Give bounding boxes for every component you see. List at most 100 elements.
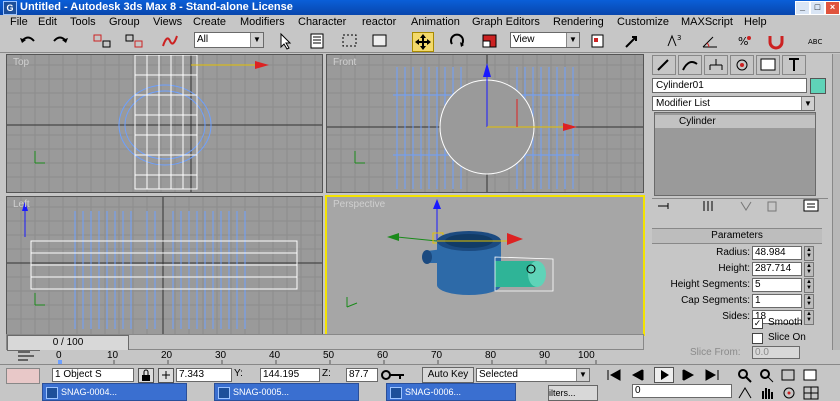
- modify-tab[interactable]: [678, 55, 702, 75]
- menu-animation[interactable]: Animation: [411, 16, 460, 28]
- menu-file[interactable]: File: [10, 16, 28, 28]
- x-coordinate-field[interactable]: 7.343: [176, 368, 232, 382]
- select-and-manipulate-button[interactable]: [622, 32, 642, 50]
- field-of-view-icon[interactable]: [736, 385, 754, 401]
- configure-modifier-sets-icon[interactable]: [802, 199, 820, 212]
- menu-group[interactable]: Group: [109, 16, 140, 28]
- close-button[interactable]: ×: [825, 1, 840, 15]
- taskbar-snag-0006[interactable]: SNAG-0006...: [386, 383, 516, 401]
- command-panel-scrollbar[interactable]: [832, 54, 840, 350]
- reference-coordinate-dropdown[interactable]: View ▼: [510, 32, 580, 48]
- time-slider-track[interactable]: 0 / 100: [6, 334, 644, 351]
- menu-modifiers[interactable]: Modifiers: [240, 16, 285, 28]
- percent-snap-button[interactable]: %: [734, 32, 754, 50]
- select-and-scale-button[interactable]: [480, 32, 500, 50]
- smooth-checkbox[interactable]: ✓: [752, 318, 763, 329]
- remove-modifier-icon[interactable]: [764, 200, 780, 212]
- minimize-button[interactable]: _: [795, 1, 810, 15]
- hierarchy-tab[interactable]: [704, 55, 728, 75]
- undo-button[interactable]: [18, 32, 38, 50]
- previous-frame-icon[interactable]: [628, 367, 648, 383]
- menu-graph-editors[interactable]: Graph Editors: [472, 16, 540, 28]
- spinner-snap-button[interactable]: [766, 32, 786, 50]
- param-height-segments-spinner[interactable]: ▲ ▼: [804, 278, 814, 293]
- maximize-button[interactable]: □: [810, 1, 825, 15]
- region-select-button[interactable]: [340, 32, 360, 50]
- unlink-button[interactable]: [124, 32, 144, 50]
- slice-on-checkbox[interactable]: [752, 333, 763, 344]
- auto-key-button[interactable]: Auto Key: [422, 367, 474, 383]
- param-radius-spinner[interactable]: ▲ ▼: [804, 246, 814, 261]
- viewport-top[interactable]: Top: [6, 54, 323, 193]
- menu-help[interactable]: Help: [744, 16, 767, 28]
- arc-rotate-icon[interactable]: [780, 385, 798, 401]
- angle-snap-button[interactable]: [700, 32, 720, 50]
- zoom-icon[interactable]: [736, 367, 754, 383]
- pin-stack-icon[interactable]: [656, 201, 672, 211]
- selection-lock-toggle[interactable]: [138, 368, 154, 383]
- selection-filter-dropdown[interactable]: All ▼: [194, 32, 264, 48]
- param-sides-spinner[interactable]: ▲ ▼: [804, 310, 814, 325]
- modifier-stack-item-cylinder[interactable]: Cylinder: [655, 115, 815, 128]
- parameters-rollout-header[interactable]: Parameters: [652, 228, 822, 244]
- viewport-perspective-label[interactable]: Perspective: [333, 199, 385, 210]
- viewport-front-label[interactable]: Front: [333, 57, 356, 68]
- menu-maxscript[interactable]: MAXScript: [681, 16, 733, 28]
- zoom-all-icon[interactable]: [758, 367, 776, 383]
- motion-tab[interactable]: [730, 55, 754, 75]
- menu-tools[interactable]: Tools: [70, 16, 96, 28]
- window-crossing-button[interactable]: [370, 32, 390, 50]
- menu-create[interactable]: Create: [193, 16, 226, 28]
- zoom-extents-all-icon[interactable]: [802, 367, 820, 383]
- taskbar-snag-0005[interactable]: SNAG-0005...: [214, 383, 359, 401]
- display-tab[interactable]: [756, 55, 780, 75]
- object-name-field[interactable]: Cylinder01: [652, 78, 807, 93]
- snap-toggle-button[interactable]: 3: [664, 32, 684, 50]
- viewport-perspective[interactable]: Perspective: [325, 195, 645, 336]
- menu-reactor[interactable]: reactor: [362, 16, 396, 28]
- maximize-viewport-icon[interactable]: [802, 385, 820, 401]
- z-coordinate-field[interactable]: 87.7: [346, 368, 378, 382]
- key-filter-dropdown[interactable]: Selected ▼: [476, 368, 590, 382]
- maxscript-listener-mini[interactable]: [6, 368, 40, 384]
- zoom-extents-icon[interactable]: [780, 367, 798, 383]
- object-color-swatch[interactable]: [810, 78, 826, 94]
- play-icon[interactable]: [654, 367, 674, 383]
- menu-customize[interactable]: Customize: [617, 16, 669, 28]
- select-and-link-button[interactable]: [92, 32, 112, 50]
- go-to-start-icon[interactable]: [604, 367, 624, 383]
- absolute-mode-toggle[interactable]: [158, 368, 174, 383]
- create-tab[interactable]: [652, 55, 676, 75]
- menu-edit[interactable]: Edit: [38, 16, 57, 28]
- viewport-top-label[interactable]: Top: [13, 57, 29, 68]
- menu-character[interactable]: Character: [298, 16, 346, 28]
- slice-from-input[interactable]: 0.0: [752, 346, 800, 359]
- param-cap-segments-input[interactable]: 1: [752, 294, 802, 308]
- param-height-input[interactable]: 287.714: [752, 262, 802, 276]
- modifier-stack[interactable]: Cylinder: [654, 112, 816, 196]
- menu-rendering[interactable]: Rendering: [553, 16, 604, 28]
- select-and-move-button[interactable]: [412, 32, 434, 52]
- menu-views[interactable]: Views: [153, 16, 182, 28]
- named-selection-button[interactable]: ABC: [806, 32, 826, 50]
- select-by-name-button[interactable]: [308, 32, 328, 50]
- bind-space-warp-button[interactable]: [160, 32, 180, 50]
- viewport-left-label[interactable]: Left: [13, 199, 30, 210]
- show-end-result-icon[interactable]: [700, 200, 716, 212]
- pivot-center-button[interactable]: [588, 32, 608, 50]
- param-radius-input[interactable]: 48.984: [752, 246, 802, 260]
- taskbar-snag-0004[interactable]: SNAG-0004...: [42, 383, 187, 401]
- viewport-left[interactable]: Left: [6, 196, 323, 335]
- next-frame-icon[interactable]: [678, 367, 698, 383]
- param-height-spinner[interactable]: ▲ ▼: [804, 262, 814, 277]
- select-and-rotate-button[interactable]: [447, 32, 467, 50]
- modifier-list-dropdown[interactable]: Modifier List ▼: [652, 96, 815, 111]
- make-unique-icon[interactable]: [738, 200, 754, 212]
- pan-hand-icon[interactable]: [758, 385, 776, 401]
- y-coordinate-field[interactable]: 144.195: [260, 368, 320, 382]
- viewport-front[interactable]: Front: [326, 54, 644, 193]
- param-height-segments-input[interactable]: 5: [752, 278, 802, 292]
- go-to-end-icon[interactable]: [702, 367, 722, 383]
- select-object-button[interactable]: [275, 32, 295, 50]
- key-filters-button[interactable]: ilters...: [548, 385, 598, 401]
